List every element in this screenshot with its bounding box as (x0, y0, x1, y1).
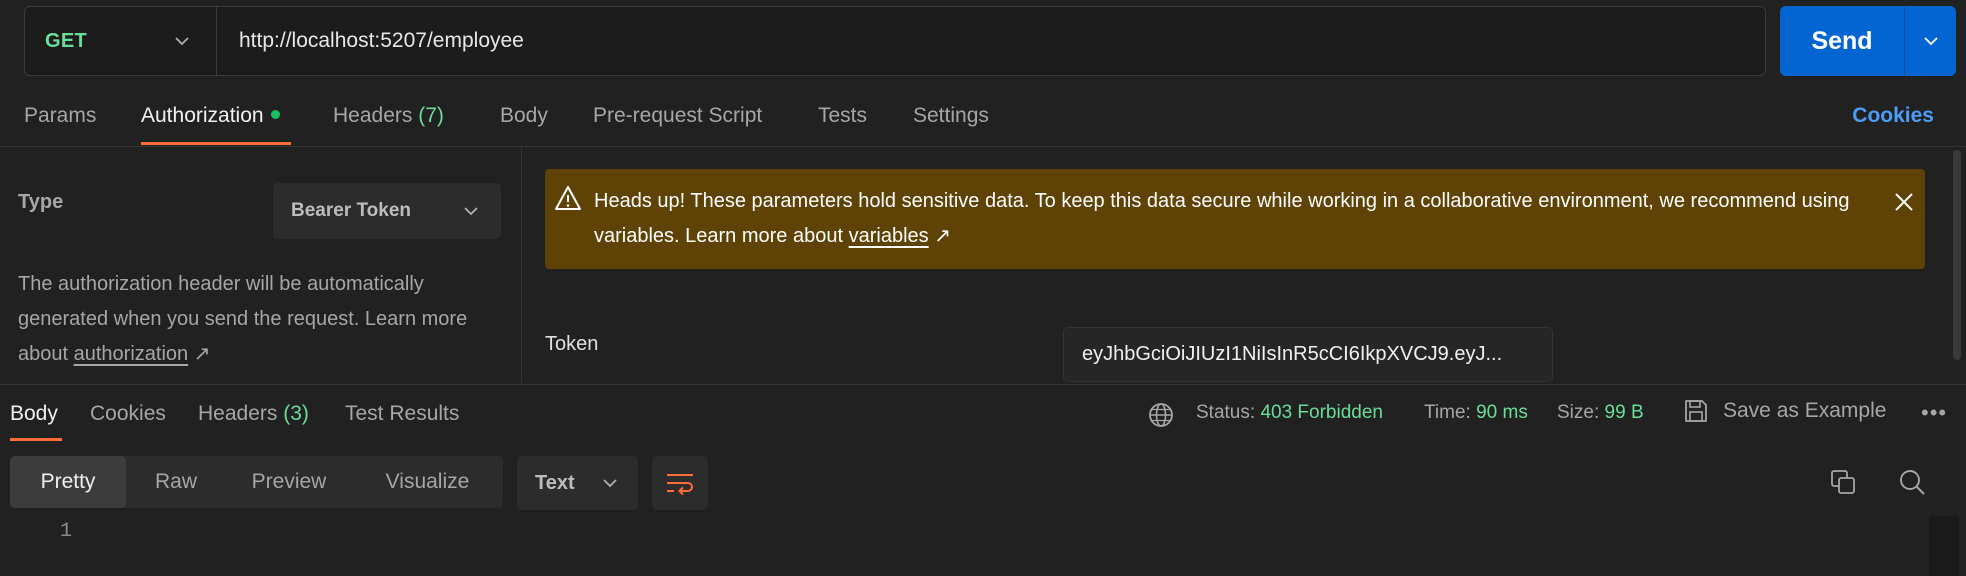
tab-authorization[interactable]: Authorization (141, 104, 280, 128)
warning-text: Heads up! These parameters hold sensitiv… (594, 190, 1850, 247)
chevron-down-icon (175, 37, 189, 46)
tab-params[interactable]: Params (24, 104, 96, 128)
format-select[interactable]: Text (517, 456, 638, 510)
view-mode-pretty[interactable]: Pretty (10, 456, 126, 508)
view-mode-switch: Pretty Raw Preview Visualize (10, 456, 503, 508)
variables-link[interactable]: variables (849, 225, 929, 247)
line-number: 1 (60, 520, 73, 543)
method-select[interactable]: GET (25, 7, 217, 75)
request-tabs: Params Authorization Headers (7) Body Pr… (0, 96, 1966, 146)
time-readout[interactable]: Time: 90 ms (1424, 402, 1528, 424)
chevron-down-icon (464, 207, 478, 216)
format-value: Text (535, 471, 575, 494)
response-tab-body[interactable]: Body (10, 402, 58, 426)
token-input[interactable]: eyJhbGciOiJIUzI1NiIsInR5cCI6IkpXVCJ9.eyJ… (1063, 327, 1553, 382)
cookies-link[interactable]: Cookies (1852, 104, 1934, 128)
auth-type-select[interactable]: Bearer Token (273, 183, 501, 239)
size-readout[interactable]: Size: 99 B (1557, 402, 1644, 424)
token-label: Token (545, 333, 599, 355)
external-link-icon: ↗ (188, 343, 211, 365)
tab-headers[interactable]: Headers (7) (333, 104, 444, 128)
save-icon (1685, 400, 1707, 422)
warning-icon (555, 186, 581, 210)
time-label: Time: (1424, 402, 1471, 423)
send-options-button[interactable] (1904, 6, 1956, 76)
tab-body[interactable]: Body (500, 104, 548, 128)
save-as-example-button[interactable]: Save as Example (1683, 398, 1886, 424)
response-tab-headers[interactable]: Headers (3) (198, 402, 309, 426)
tab-authorization-label: Authorization (141, 104, 264, 127)
response-tab-headers-label: Headers (198, 402, 278, 425)
globe-icon[interactable] (1148, 402, 1174, 428)
save-as-example-label: Save as Example (1723, 399, 1887, 422)
scrollbar[interactable] (1929, 516, 1959, 576)
view-mode-visualize[interactable]: Visualize (352, 456, 503, 508)
chevron-down-icon (603, 479, 617, 488)
wrap-lines-icon (667, 474, 693, 495)
url-input[interactable] (217, 7, 1765, 75)
status-readout[interactable]: Status: 403 Forbidden (1196, 402, 1383, 424)
authorization-link[interactable]: authorization (74, 343, 189, 365)
time-value: 90 ms (1476, 402, 1528, 423)
url-bar: GET (24, 6, 1766, 76)
wrap-lines-button[interactable] (652, 456, 708, 510)
type-label: Type (18, 191, 64, 213)
send-button-group: Send (1780, 6, 1956, 76)
search-icon[interactable] (1898, 468, 1926, 496)
send-button[interactable]: Send (1780, 6, 1904, 76)
close-icon[interactable] (1893, 191, 1915, 213)
chevron-down-icon (1923, 37, 1938, 46)
size-value: 99 B (1604, 402, 1644, 423)
external-link-icon: ↗ (928, 225, 951, 247)
headers-count: (7) (418, 104, 444, 127)
tab-tests[interactable]: Tests (818, 104, 867, 128)
method-label: GET (45, 29, 88, 52)
active-response-tab-indicator (10, 438, 62, 441)
response-divider[interactable] (0, 384, 1966, 385)
scrollbar[interactable] (1953, 150, 1961, 360)
response-tab-cookies[interactable]: Cookies (90, 402, 166, 426)
response-tab-test-results[interactable]: Test Results (345, 402, 459, 426)
auth-type-pane: Type Bearer Token The authorization head… (0, 147, 522, 383)
view-mode-preview[interactable]: Preview (226, 456, 352, 508)
copy-icon[interactable] (1829, 468, 1857, 496)
sensitive-data-warning: Heads up! These parameters hold sensitiv… (545, 169, 1925, 269)
more-options-icon[interactable]: ••• (1921, 400, 1947, 426)
active-tab-indicator (141, 142, 291, 145)
status-label: Status: (1196, 402, 1256, 423)
response-headers-count: (3) (283, 402, 309, 425)
size-label: Size: (1557, 402, 1600, 423)
tab-headers-label: Headers (333, 104, 413, 127)
tab-settings[interactable]: Settings (913, 104, 989, 128)
modified-dot-icon (270, 109, 280, 119)
tab-prerequest-script[interactable]: Pre-request Script (593, 104, 762, 128)
auth-description: The authorization header will be automat… (18, 267, 498, 372)
status-value: 403 Forbidden (1260, 402, 1383, 423)
view-mode-raw[interactable]: Raw (126, 456, 226, 508)
auth-type-value: Bearer Token (291, 200, 412, 221)
